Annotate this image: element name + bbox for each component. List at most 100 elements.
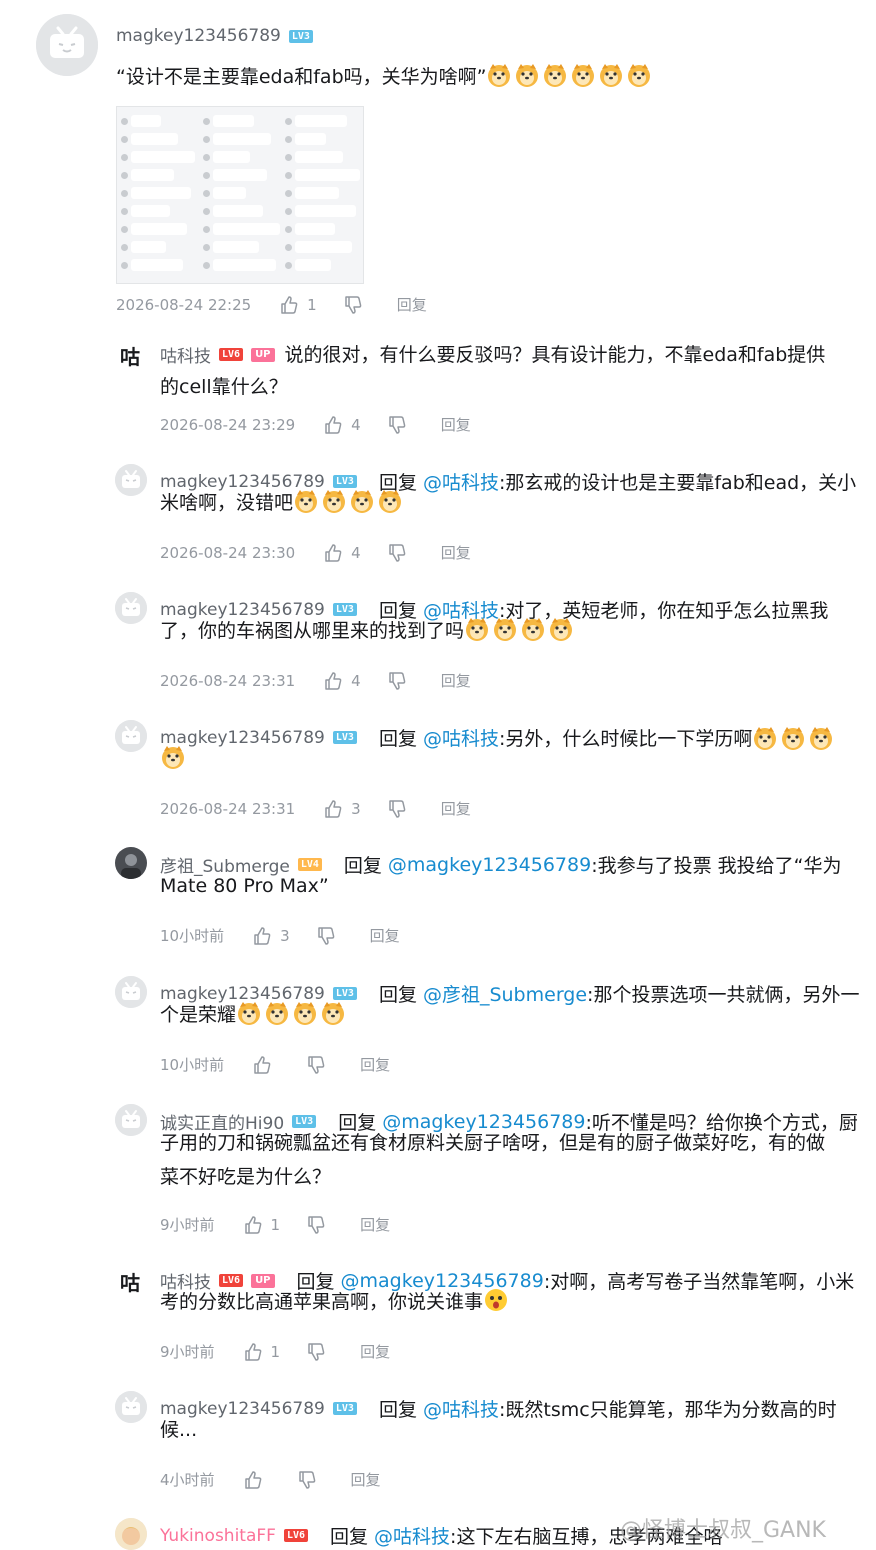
- tv-avatar-icon: [115, 464, 147, 496]
- timestamp: 10小时前: [160, 927, 225, 945]
- reply-button[interactable]: 回复: [351, 1469, 381, 1490]
- avatar[interactable]: 咕: [120, 341, 146, 371]
- comment-meta: 9小时前 1 回复: [160, 1214, 416, 1235]
- mention-link[interactable]: @magkey123456789: [388, 854, 591, 876]
- dislike-button[interactable]: [343, 295, 371, 315]
- dislike-button[interactable]: [306, 1215, 334, 1235]
- dislike-button[interactable]: [387, 415, 415, 435]
- dislike-button[interactable]: [297, 1470, 325, 1490]
- avatar[interactable]: [115, 976, 147, 1008]
- comment-text-line: Mate 80 Pro Max”: [160, 875, 329, 897]
- reply-button[interactable]: 回复: [370, 925, 400, 946]
- level-badge: LV3: [332, 1402, 357, 1415]
- doge-emoji-icon: [292, 1000, 318, 1026]
- doge-emoji-icon: [548, 616, 574, 642]
- thumbs-down-icon: [298, 1470, 315, 1489]
- comment-meta: 2026-08-24 23:31 4 回复: [160, 670, 497, 691]
- like-button[interactable]: 4: [323, 415, 361, 435]
- mention-link[interactable]: @彦祖_Submerge: [423, 980, 587, 1007]
- doge-emoji-icon: [780, 725, 806, 751]
- like-button[interactable]: 4: [323, 671, 361, 691]
- timestamp: 2026-08-24 23:31: [160, 799, 296, 818]
- dislike-button[interactable]: [387, 671, 415, 691]
- like-button[interactable]: 3: [323, 799, 361, 819]
- comment-text-line: [160, 742, 188, 777]
- doge-emoji-icon: [264, 1000, 290, 1026]
- comment-text-line: 考的分数比高通苹果高啊，你说关谁事: [160, 1285, 511, 1320]
- timestamp: 10小时前: [160, 1056, 225, 1074]
- reply-button[interactable]: 回复: [397, 294, 427, 315]
- avatar[interactable]: 咕: [120, 1267, 146, 1297]
- comment-meta: 10小时前 3 回复: [160, 925, 426, 946]
- thumbs-down-icon: [388, 671, 406, 690]
- reply-button[interactable]: 回复: [360, 1214, 390, 1235]
- tv-avatar-icon: [115, 592, 147, 624]
- reply-button[interactable]: 回复: [360, 1341, 390, 1362]
- doge-emoji-icon: [808, 725, 834, 751]
- avatar[interactable]: [115, 720, 147, 752]
- like-button[interactable]: 4: [323, 543, 361, 563]
- like-button[interactable]: 1: [279, 295, 317, 315]
- level-badge: LV6: [283, 1529, 309, 1542]
- doge-emoji-icon: [160, 744, 186, 770]
- like-button[interactable]: [243, 1470, 271, 1490]
- thumbs-up-icon: [325, 671, 342, 690]
- comment-header: magkey123456789 LV3: [116, 26, 313, 46]
- thumbs-down-icon: [308, 1055, 325, 1074]
- dislike-button[interactable]: [387, 543, 415, 563]
- reply-button[interactable]: 回复: [360, 1054, 390, 1075]
- reply-button[interactable]: 回复: [441, 542, 471, 563]
- avatar[interactable]: [115, 464, 147, 496]
- thumbs-up-icon: [254, 926, 271, 945]
- watermark: @怪博士叔叔_GANK: [620, 1518, 826, 1543]
- like-button[interactable]: 3: [252, 926, 290, 946]
- reply-button[interactable]: 回复: [441, 798, 471, 819]
- comment-text-line: 菜不好吃是为什么？: [160, 1166, 332, 1188]
- dislike-button[interactable]: [306, 1055, 334, 1075]
- doge-emoji-icon: [236, 1000, 262, 1026]
- comment-text: “设计不是主要靠eda和fab吗，关华为啥啊”: [116, 60, 654, 95]
- username[interactable]: YukinoshitaFF: [160, 1526, 276, 1546]
- thumbs-down-icon: [308, 1342, 325, 1361]
- thumbs-up-icon: [325, 799, 342, 818]
- timestamp: 2026-08-24 22:25: [116, 295, 252, 314]
- thumbs-up-icon: [254, 1055, 271, 1074]
- mention-link[interactable]: @咕科技: [423, 1395, 499, 1422]
- avatar[interactable]: [115, 1104, 147, 1136]
- doge-emoji-icon: [377, 488, 403, 514]
- comment-text-line: 个是荣耀: [160, 998, 348, 1033]
- username[interactable]: magkey123456789: [116, 26, 281, 46]
- like-button[interactable]: 1: [243, 1215, 280, 1235]
- level-badge: LV3: [288, 29, 313, 43]
- thumbs-down-icon: [388, 799, 406, 818]
- level-badge: LV3: [332, 731, 357, 744]
- attached-image[interactable]: [116, 106, 364, 284]
- doge-emoji-icon: [598, 62, 624, 88]
- avatar[interactable]: [115, 1518, 147, 1550]
- reply-button[interactable]: 回复: [441, 670, 471, 691]
- dislike-button[interactable]: [316, 926, 344, 946]
- avatar[interactable]: [115, 1391, 147, 1423]
- mention-link[interactable]: @咕科技: [423, 468, 499, 495]
- mention-link[interactable]: @咕科技: [374, 1522, 450, 1549]
- reply-button[interactable]: 回复: [441, 414, 471, 435]
- like-button[interactable]: [252, 1055, 280, 1075]
- dislike-button[interactable]: [387, 799, 415, 819]
- username[interactable]: 咕科技: [160, 342, 211, 367]
- avatar[interactable]: [115, 592, 147, 624]
- avatar[interactable]: [36, 14, 98, 76]
- doge-emoji-icon: [483, 1287, 509, 1313]
- reply-label: 回复: [378, 728, 417, 750]
- comment-text-line: :对啊，高考写卷子当然靠笔啊，小米: [543, 1271, 855, 1293]
- avatar[interactable]: [115, 847, 147, 879]
- comment-text-line: 了，你的车祸图从哪里来的找到了吗: [160, 614, 576, 649]
- like-button[interactable]: 1: [243, 1342, 280, 1362]
- comment-text-line: :那个投票选项一共就俩，另外一: [587, 984, 860, 1006]
- tv-avatar-icon: [36, 14, 98, 76]
- thumbs-up-icon: [281, 295, 298, 314]
- timestamp: 2026-08-24 23:31: [160, 671, 296, 690]
- comment-meta: 10小时前 回复: [160, 1054, 416, 1075]
- mention-link[interactable]: @咕科技: [423, 724, 499, 751]
- comment-text-line: 的cell靠什么？: [160, 376, 288, 398]
- dislike-button[interactable]: [306, 1342, 334, 1362]
